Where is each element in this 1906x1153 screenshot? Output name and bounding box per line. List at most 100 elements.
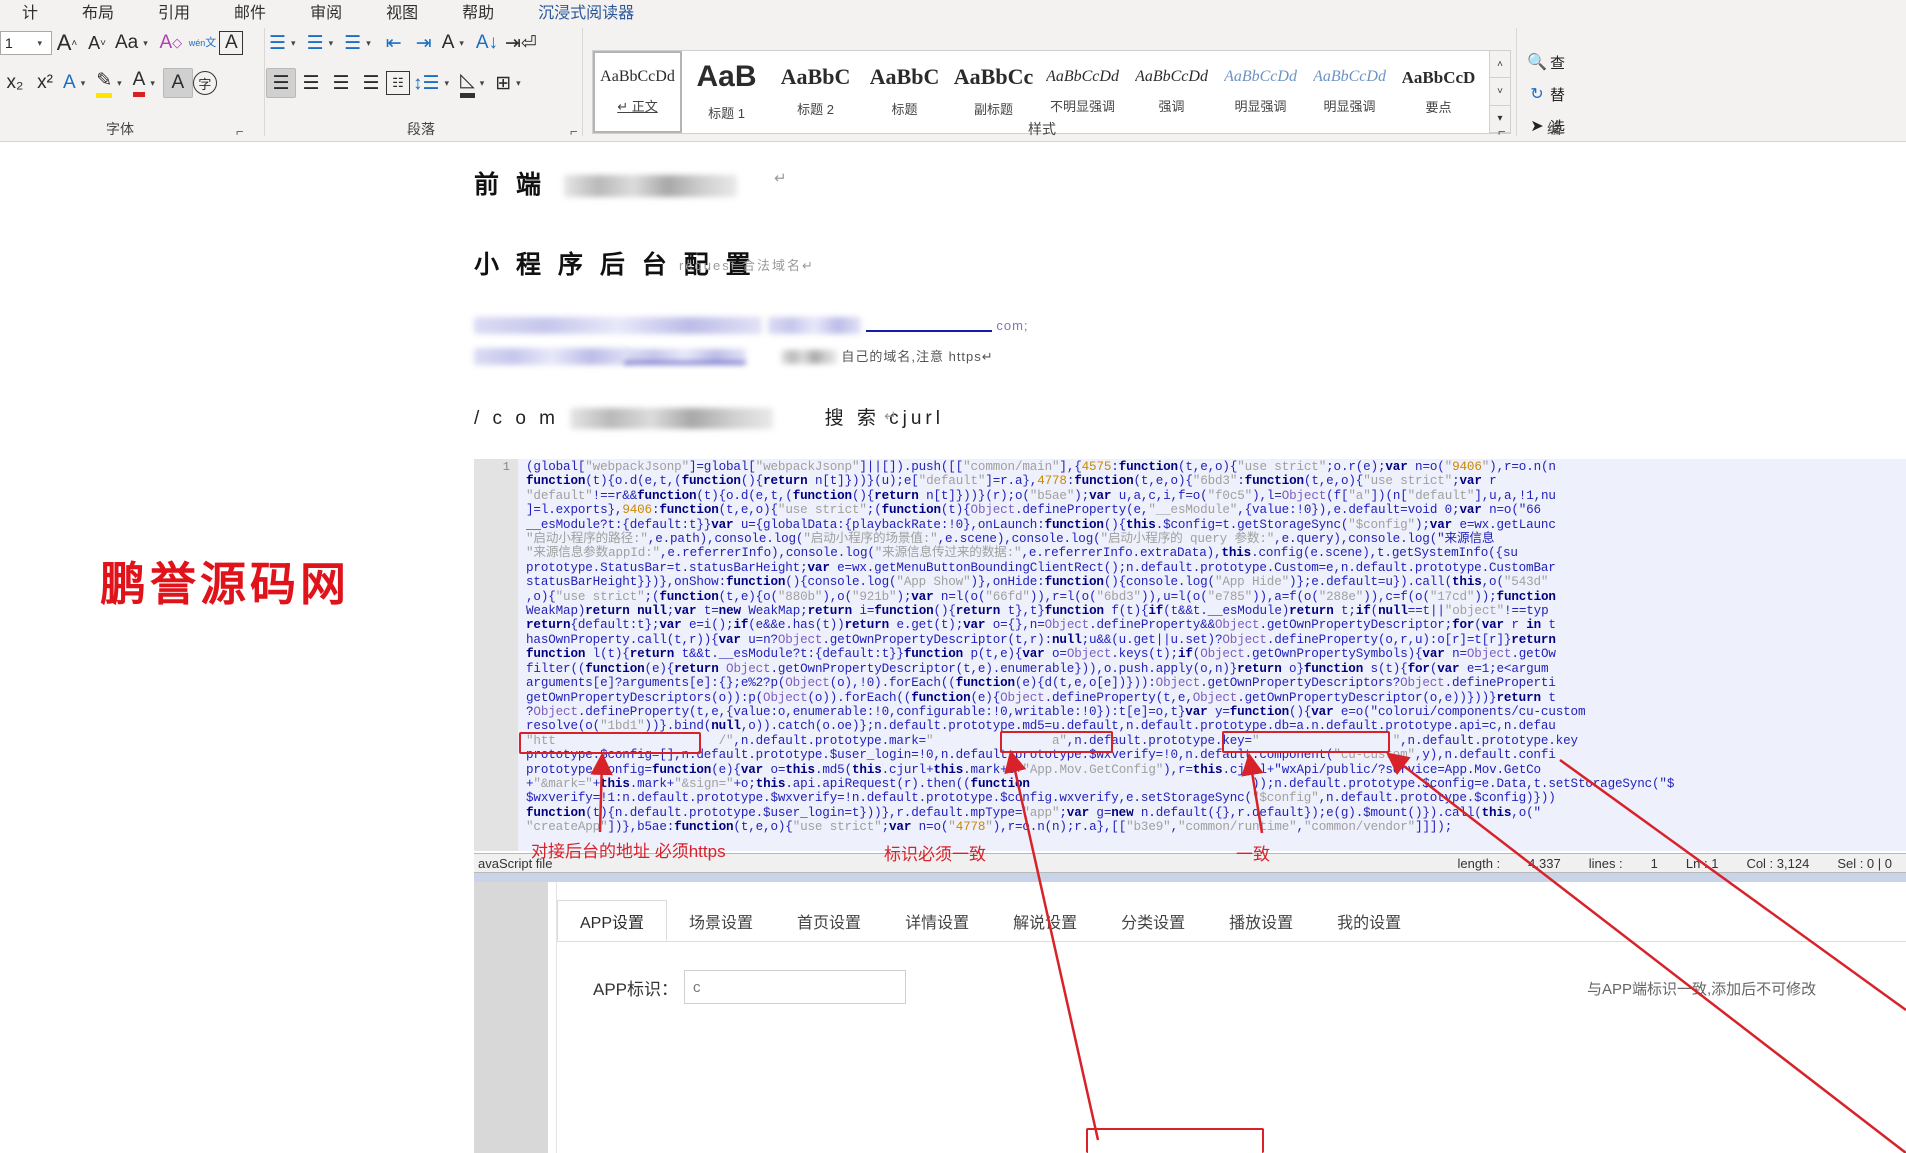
code-line: +"&mark="+this.mark+"&sign="+o;this.api.…	[526, 776, 1675, 791]
replace-button[interactable]: ↻ 替	[1524, 78, 1624, 110]
text-effects-icon[interactable]: A ▾	[60, 68, 93, 98]
line-spacing-icon[interactable]: ↕☰ ▾	[410, 68, 457, 98]
font-dialog-launcher[interactable]: ⌐	[236, 124, 244, 139]
font-color-icon[interactable]: A ▾	[130, 68, 163, 98]
status-col: Col : 3,124	[1746, 855, 1810, 871]
superscript-icon[interactable]: x²	[30, 68, 60, 98]
font-size-input[interactable]: 1 ▾	[0, 31, 52, 55]
enclose-character-icon[interactable]: 字	[192, 71, 217, 95]
tab-app-settings[interactable]: APP设置	[557, 900, 668, 941]
document-canvas[interactable]: 前 端 ↵ 小 程 序 后 台 配 置 request 合法域名↵ com; 自…	[0, 143, 1906, 1153]
show-formatting-marks-icon[interactable]: ⇥⏎	[502, 28, 540, 58]
clear-formatting-icon[interactable]: A ◇	[156, 28, 186, 58]
tab-commentary-settings[interactable]: 解说设置	[991, 900, 1099, 941]
font-group-label: 字体	[106, 121, 134, 137]
code-line: ?Object.defineProperty(t,e,{value:o,enum…	[526, 704, 1586, 719]
tab-my-settings[interactable]: 我的设置	[1315, 900, 1423, 941]
gallery-scroll-down-icon[interactable]: ˅	[1490, 78, 1510, 106]
ribbon-tab-view[interactable]: 视图	[364, 0, 440, 22]
ribbon-tab-strip[interactable]: 计 布局 引用 邮件 审阅 视图 帮助 沉浸式阅读器	[0, 0, 1906, 22]
code-line: hasOwnProperty.call(t,r)){var u=n?Object…	[526, 632, 1556, 647]
code-line: "启动小程序的路径:",e.path),console.log("启动小程序的场…	[526, 532, 1495, 547]
east-asian-layout-icon[interactable]: A ▾	[439, 28, 472, 58]
tab-category-settings[interactable]: 分类设置	[1099, 900, 1207, 941]
increase-indent-icon[interactable]: ⇥	[409, 28, 439, 58]
code-line: "来源信息参数appId:",e.referrerInfo),console.l…	[526, 546, 1518, 561]
distributed-icon[interactable]: ☷	[386, 71, 410, 95]
numbering-icon[interactable]: ☰ ▾	[304, 28, 342, 58]
ribbon-tab-layout[interactable]: 布局	[60, 0, 136, 22]
tab-scene-settings[interactable]: 场景设置	[667, 900, 775, 941]
styles-gallery-scrollbar[interactable]: ˄ ˅ ▾	[1489, 50, 1511, 134]
appid-input[interactable]: c	[684, 970, 907, 1004]
search-icon: 🔍	[1527, 54, 1547, 71]
ribbon-tab-help[interactable]: 帮助	[440, 0, 516, 22]
web-tab-strip[interactable]: APP设置 场景设置 首页设置 详情设置 解说设置 分类设置 播放设置 我的设置	[557, 900, 1906, 942]
ribbon-body: 1 ▾ A ˄ A ˅ Aa ▾ A ◇ wén 文 A x₂ x² A ▾ ✎ ▾ A ▾ A…	[0, 22, 1906, 142]
code-line: "default"!==r&&function(t){o.d(e,t,(func…	[526, 488, 1556, 503]
justify-icon[interactable]: ☰	[356, 68, 386, 98]
align-center-icon[interactable]: ☰	[296, 68, 326, 98]
ribbon-tab-references[interactable]: 引用	[136, 0, 212, 22]
style-name: 明显强调	[1323, 99, 1376, 114]
character-shading-icon[interactable]: A	[162, 68, 193, 98]
paragraph-dialog-launcher[interactable]: ⌐	[570, 124, 578, 139]
editor-scrollbar[interactable]	[474, 873, 1906, 882]
tab-playback-settings[interactable]: 播放设置	[1207, 900, 1315, 941]
align-left-icon[interactable]: ☰	[266, 68, 296, 98]
style-sample: AaBbCcDd	[1046, 69, 1119, 85]
code-line: ]=l.exports},9406:function(t,e,o){"use s…	[526, 503, 1541, 518]
style-sample: AaBbCcDd	[1224, 69, 1297, 85]
code-line: getOwnPropertyDescriptors(o)):p(Object(o…	[526, 690, 1556, 705]
change-case-icon[interactable]: Aa ▾	[112, 28, 156, 58]
code-line: (global["webpackJsonp"]=global["webpackJ…	[526, 460, 1556, 474]
ribbon-tab-immersive-reader[interactable]: 沉浸式阅读器	[516, 0, 656, 22]
chevron-down-icon[interactable]: ▾	[32, 38, 47, 49]
tab-home-settings[interactable]: 首页设置	[775, 900, 883, 941]
phonetic-guide-icon[interactable]: wén 文	[186, 28, 220, 58]
code-line: WeakMap)return null;var t=new WeakMap;re…	[526, 604, 1549, 619]
code-line: return{default:t};var e=i();if(e&&e.has(…	[526, 618, 1556, 633]
paragraph-mark-2: ↵	[884, 408, 897, 425]
redacted-url-2	[768, 317, 862, 335]
code-viewer[interactable]: 1 (global["webpackJsonp"]=global["webpac…	[474, 459, 1906, 851]
web-admin-panel[interactable]: APP设置 场景设置 首页设置 详情设置 解说设置 分类设置 播放设置 我的设置…	[474, 882, 1906, 1153]
bullets-icon[interactable]: ☰ ▾	[266, 28, 304, 58]
shrink-font-icon[interactable]: A ˅	[82, 28, 112, 58]
doc-config-note: request 合法域名↵	[679, 258, 815, 273]
web-sidebar[interactable]	[474, 882, 548, 1153]
sort-icon[interactable]: A↓	[472, 28, 502, 58]
character-border-icon[interactable]: A	[219, 31, 244, 55]
status-lines-value: 1	[1650, 855, 1658, 871]
watermark-text: 鹏誉源码网	[100, 558, 350, 610]
code-line: resolve(o("1bd1"))}.bind(null,o)).catch(…	[526, 719, 1556, 734]
gallery-scroll-up-icon[interactable]: ˄	[1490, 51, 1510, 79]
align-right-icon[interactable]: ☰	[326, 68, 356, 98]
tab-detail-settings[interactable]: 详情设置	[883, 900, 991, 941]
status-sel: Sel : 0 | 0	[1837, 855, 1892, 871]
borders-icon[interactable]: ⊞ ▾	[492, 68, 528, 98]
hyperlink-underline[interactable]	[865, 319, 992, 333]
find-button[interactable]: 🔍 查	[1524, 46, 1624, 78]
web-content-card: APP设置 场景设置 首页设置 详情设置 解说设置 分类设置 播放设置 我的设置…	[556, 882, 1906, 1153]
ribbon-tab-0[interactable]: 计	[0, 0, 60, 22]
font-group-row1: 1 ▾ A ˄ A ˅ Aa ▾ A ◇ wén 文 A	[0, 28, 244, 58]
code-content[interactable]: (global["webpackJsonp"]=global["webpackJ…	[518, 459, 1906, 851]
subscript-icon[interactable]: x₂	[0, 68, 30, 98]
style-sample: AaBbCcDd	[1135, 69, 1208, 85]
redacted-url-5	[570, 408, 774, 430]
doc-url-prefix: / c o m	[474, 408, 560, 429]
appid-form-row: APP标识： c	[593, 970, 907, 1004]
redacted-block	[563, 175, 737, 198]
ribbon-tab-review[interactable]: 审阅	[288, 0, 364, 22]
code-line: "htt /",n.default.prototype.mark=" a",n.…	[526, 733, 1578, 748]
grow-font-icon[interactable]: A ˄	[52, 28, 82, 58]
highlight-color-icon[interactable]: ✎ ▾	[93, 68, 129, 98]
doc-domain-tail: com;	[996, 318, 1029, 333]
styles-dialog-launcher[interactable]: ⌐	[1498, 124, 1506, 139]
ribbon-tab-mailings[interactable]: 邮件	[212, 0, 288, 22]
multilevel-list-icon[interactable]: ☰ ▾	[341, 28, 379, 58]
style-sample: AaBbCc	[953, 66, 1034, 88]
shading-icon[interactable]: ◺ ▾	[457, 68, 492, 98]
decrease-indent-icon[interactable]: ⇤	[379, 28, 409, 58]
